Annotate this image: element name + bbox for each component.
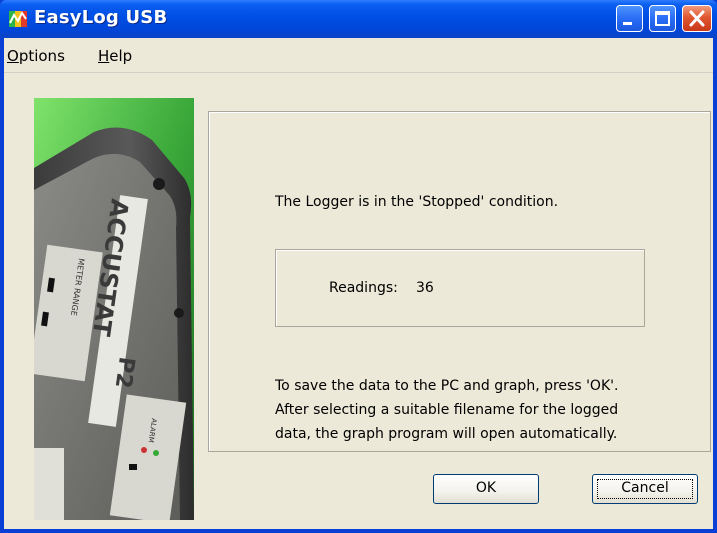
instructions-line-3: data, the graph program will open automa… [275, 426, 618, 442]
readings-label: Readings: [329, 280, 398, 296]
minimize-button[interactable] [616, 5, 643, 32]
ok-button-label: OK [475, 480, 497, 496]
cancel-button[interactable]: Cancel [592, 474, 698, 504]
close-icon [689, 10, 705, 27]
readings-value: 36 [416, 280, 434, 296]
cancel-button-label: Cancel [621, 480, 669, 496]
menu-options-accel: O [7, 47, 19, 65]
menu-options[interactable]: Options [7, 47, 65, 65]
accustat-device-image: ACCUSTAT P2 METER RANGE ALARM [34, 98, 194, 520]
menu-help-label: elp [109, 47, 133, 65]
title-bar[interactable]: EasyLog USB [0, 0, 717, 38]
instructions-line-2: After selecting a suitable filename for … [275, 402, 619, 418]
device-model-text: P2 [110, 355, 139, 390]
instructions-line-1: To save the data to the PC and graph, pr… [275, 378, 619, 394]
close-button[interactable] [682, 5, 712, 32]
instructions-text: To save the data to the PC and graph, pr… [275, 374, 695, 446]
logger-status-text: The Logger is in the 'Stopped' condition… [275, 194, 559, 210]
menu-options-label: ptions [18, 47, 65, 65]
easylog-app-icon [9, 11, 27, 27]
menu-help[interactable]: Help [98, 47, 132, 65]
maximize-icon [655, 11, 670, 26]
readings-box: Readings: 36 [275, 249, 645, 327]
device-photo: ACCUSTAT P2 METER RANGE ALARM [34, 98, 194, 520]
status-panel: The Logger is in the 'Stopped' condition… [208, 111, 711, 452]
ok-button[interactable]: OK [433, 474, 539, 504]
minimize-icon [623, 22, 632, 25]
menu-help-accel: H [98, 47, 110, 65]
menu-bar: Options Help [4, 38, 713, 73]
window-title: EasyLog USB [34, 7, 168, 28]
dialog-client-area: ACCUSTAT P2 METER RANGE ALARM The Logger… [4, 73, 713, 529]
maximize-button[interactable] [649, 5, 676, 32]
easylog-window: EasyLog USB Options Help ACCUSTAT P2 MET… [0, 0, 717, 533]
